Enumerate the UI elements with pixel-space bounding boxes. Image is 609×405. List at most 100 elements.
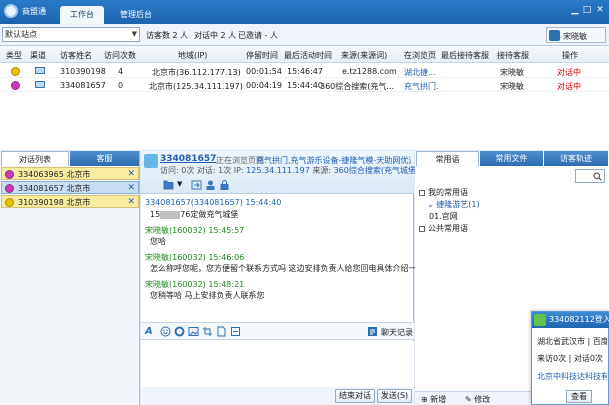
chat-pane: 334081657 正在浏览页面: 充气拱门,充气游乐设备-捷隆气模-天助网优选…: [141, 151, 433, 405]
col-type: 类型: [6, 51, 22, 60]
expand-icon[interactable]: [419, 225, 425, 232]
login-notification[interactable]: 334082112登入(充气... 湖北省武汉市 | 百度 来访0次 | 对话0…: [531, 311, 609, 405]
conversation-label: 310390198 北京市: [18, 198, 91, 207]
current-page-link[interactable]: 充气拱门...: [404, 81, 438, 92]
staff-name: 宋晓敏: [500, 82, 524, 91]
edit-phrase-button[interactable]: ✎ 修改: [465, 394, 490, 405]
visitor-type-icon: [5, 184, 14, 193]
last-active-time: 15:44:40: [287, 81, 323, 90]
col-staff: 接待客服: [497, 51, 529, 60]
phrase-item[interactable]: 01.官网: [429, 211, 458, 222]
close-icon[interactable]: ✕: [127, 182, 135, 195]
input-toolbar: A 聊天记录: [141, 322, 414, 340]
col-channel: 渠道: [30, 51, 46, 60]
history-icon[interactable]: [367, 326, 378, 337]
source-label: 来源:: [312, 166, 332, 175]
settings-icon[interactable]: [174, 326, 185, 337]
visitor-name: 334081657: [60, 81, 106, 90]
conversation-label: 334081657 北京市: [18, 184, 91, 193]
message-text: 15 76定做充气城堡: [150, 209, 238, 220]
history-button[interactable]: 聊天记录: [381, 327, 413, 338]
visitor-type-icon: [11, 81, 20, 90]
app-logo-icon: [4, 4, 18, 18]
visit-counts: 访问: 0次 对话: 1次 IP:: [160, 166, 244, 175]
message-text-after: 76定做充气城堡: [180, 210, 239, 219]
current-page-link[interactable]: 湖北捷...: [404, 67, 438, 78]
tab-dialog-list[interactable]: 对话列表: [1, 151, 69, 166]
tools-icon[interactable]: [230, 326, 241, 337]
maximize-icon[interactable]: □: [581, 4, 593, 16]
notification-icon: [534, 314, 546, 326]
chat-visitor-id[interactable]: 334081657: [160, 154, 216, 164]
action-status[interactable]: 对话中: [557, 67, 581, 78]
search-icon[interactable]: [593, 172, 602, 181]
phrase-group-mine[interactable]: 我的常用语: [419, 187, 468, 198]
list-item[interactable]: 334063965 北京市 ✕: [1, 167, 139, 180]
close-icon[interactable]: ✕: [594, 4, 606, 16]
list-item[interactable]: 310390198 北京市 ✕: [1, 195, 139, 208]
file-icon[interactable]: [216, 326, 227, 337]
view-button[interactable]: 查看: [566, 390, 592, 403]
staff-name: 宋晓敏: [500, 68, 524, 77]
user-menu[interactable]: 宋晓敏: [546, 27, 606, 43]
tab-visitor-track[interactable]: 访客轨迹: [544, 151, 608, 166]
dialog-count: 对话中 2 人: [194, 31, 237, 40]
title-bar: 商盟通 工作台 管理后台 ▁ □ ✕: [0, 0, 609, 24]
visit-source: e.tz1288.com: [342, 67, 397, 76]
screenshot-icon[interactable]: [202, 326, 213, 337]
col-last-active: 最后活动时间: [284, 51, 332, 60]
close-icon[interactable]: ✕: [127, 196, 135, 209]
list-item[interactable]: 334081657 北京市 ✕: [1, 181, 139, 194]
forward-icon[interactable]: [191, 180, 202, 190]
send-button[interactable]: 发送(S): [377, 389, 412, 403]
visitor-table-header: 类型 渠道 访客姓名 访问次数 地域(IP) 停留时间 最后活动时间 来源(来源…: [0, 46, 609, 63]
visitor-type-icon: [11, 67, 20, 76]
emoji-icon[interactable]: [160, 326, 171, 337]
table-row[interactable]: 334081657 0 北京市(125.34.111.197) 00:04:19…: [0, 78, 609, 92]
visitor-count: 访客数 2 人: [146, 31, 189, 40]
col-source: 来源(来源词): [341, 51, 388, 60]
font-icon[interactable]: A: [145, 326, 156, 337]
add-phrase-button[interactable]: ⊕ 新增: [421, 394, 446, 405]
visitor-ip: 125.34.111.197: [246, 166, 310, 175]
message-meta: 宋晓敏(160032) 15:48:21: [145, 280, 245, 289]
col-page: 在浏览页: [404, 51, 436, 60]
collapse-icon[interactable]: [419, 189, 425, 196]
table-row[interactable]: 310390198 4 北京市(36.112.177.13) 00:01:54 …: [0, 64, 609, 78]
tab-staff[interactable]: 客服: [70, 151, 139, 166]
message-input[interactable]: [141, 341, 414, 387]
chevron-down-icon[interactable]: ▼: [177, 180, 182, 188]
transfer-user-icon[interactable]: [205, 180, 216, 190]
message-text-before: 15: [150, 210, 161, 219]
folder-icon[interactable]: [163, 180, 174, 190]
phrase-subgroup[interactable]: ⌄ 捷隆游艺(1): [427, 199, 480, 210]
phrase-group-label: 我的常用语: [428, 188, 468, 197]
action-status[interactable]: 对话中: [557, 81, 581, 92]
lock-icon[interactable]: [219, 180, 230, 190]
phrase-search-input[interactable]: [575, 169, 605, 183]
chevron-down-icon: ▼: [131, 30, 137, 38]
visitor-region: 北京市(36.112.177.13): [152, 68, 241, 77]
site-select[interactable]: 默认站点 ▼: [2, 27, 140, 42]
image-icon[interactable]: [188, 326, 199, 337]
tab-workbench[interactable]: 工作台: [60, 6, 104, 24]
col-last-staff: 最后接待客服: [441, 51, 489, 60]
dialog-list-pane: 对话列表 客服 334063965 北京市 ✕ 334081657 北京市 ✕ …: [0, 151, 140, 405]
masked-number: [160, 210, 181, 219]
tab-common-files[interactable]: 常用文件: [480, 151, 543, 166]
end-dialog-button[interactable]: 结束对话: [335, 389, 375, 403]
message-meta: 宋晓敏(160032) 15:45:57: [145, 226, 245, 235]
close-icon[interactable]: ✕: [127, 168, 135, 181]
minimize-icon[interactable]: ▁: [569, 4, 581, 16]
pc-channel-icon: [35, 67, 45, 74]
visitor-table: 类型 渠道 访客姓名 访问次数 地域(IP) 停留时间 最后活动时间 来源(来源…: [0, 46, 609, 150]
tab-common-phrases[interactable]: 常用语: [416, 151, 479, 166]
phrase-group-public[interactable]: 公共常用语: [419, 223, 468, 234]
notification-stats: 来访0次 | 对话0次: [537, 354, 603, 363]
stay-time: 00:04:19: [246, 81, 282, 90]
message-meta: 334081657(334081657) 15:44:40: [145, 198, 282, 207]
visit-count: 0: [118, 81, 124, 90]
avatar: [144, 154, 158, 168]
tab-admin[interactable]: 管理后台: [110, 6, 162, 24]
notification-company[interactable]: 北京中科技达科技有限公司: [537, 371, 607, 382]
